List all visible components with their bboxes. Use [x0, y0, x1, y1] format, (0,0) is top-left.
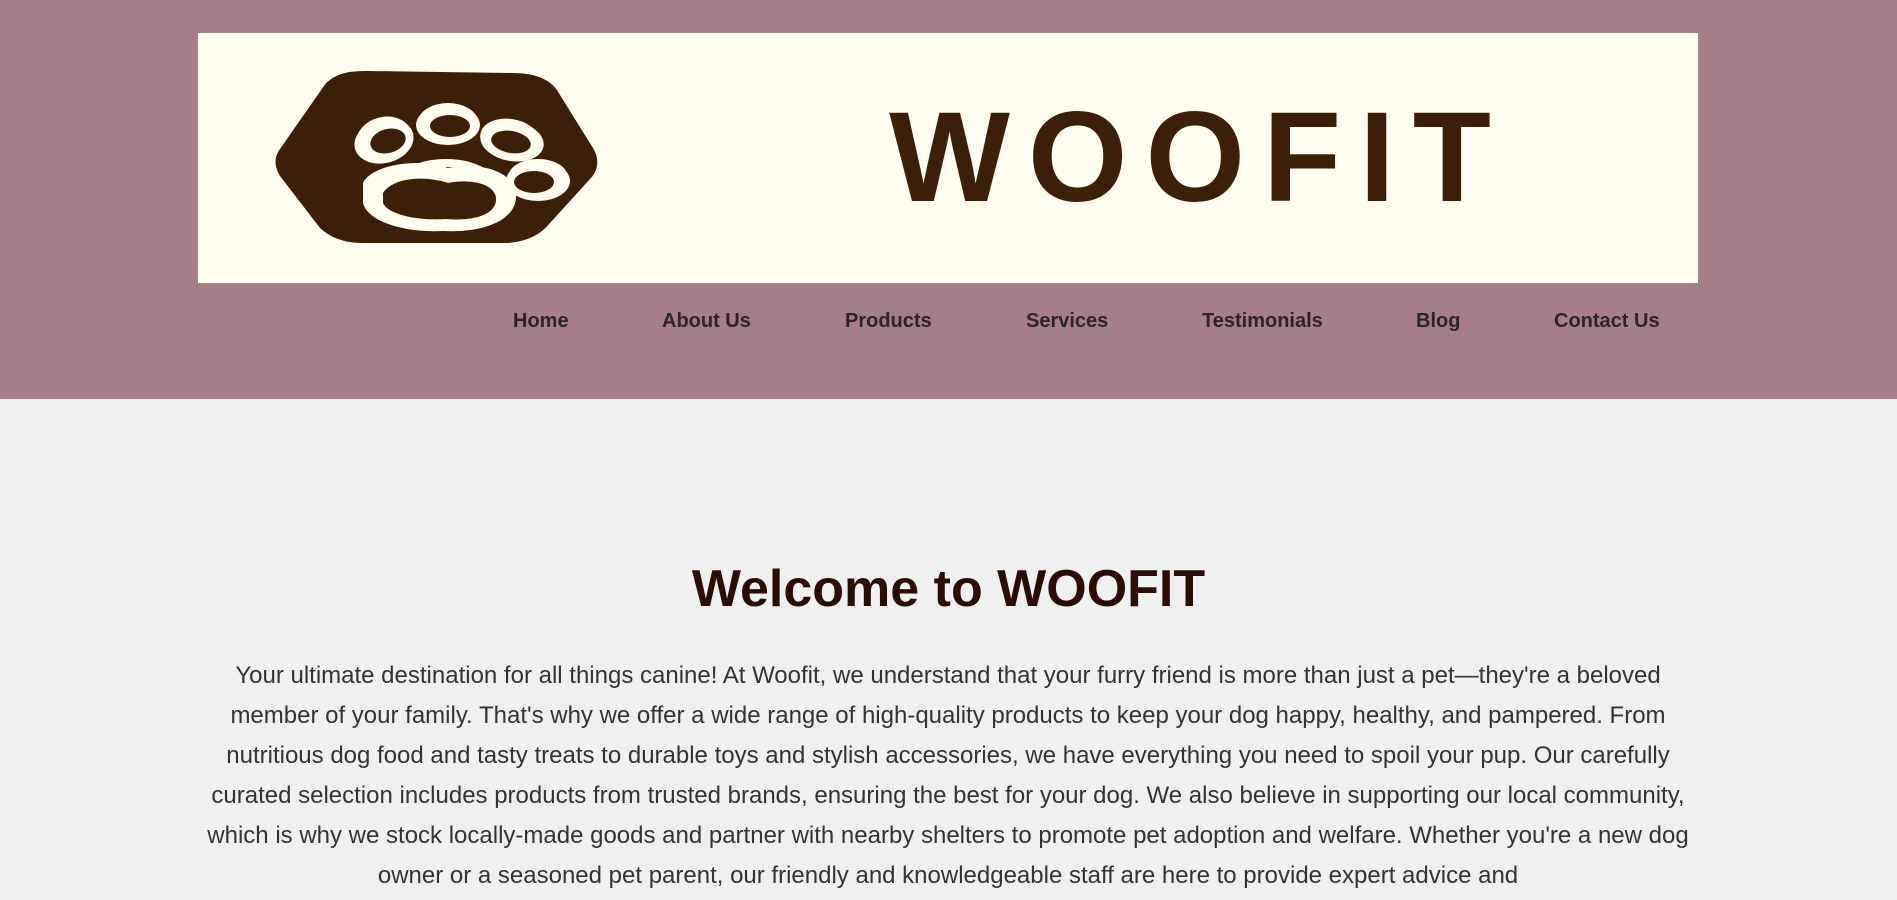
nav-contact-us[interactable]: Contact Us [1554, 310, 1660, 333]
nav-services[interactable]: Services [1026, 310, 1108, 333]
nav-about-us[interactable]: About Us [662, 310, 751, 333]
logo-wordmark: WOOFIT [889, 86, 1509, 229]
main-nav: Home About Us Products Services Testimon… [0, 310, 1897, 342]
paw-icon [275, 71, 598, 243]
intro-paragraph: Your ultimate destination for all things… [207, 662, 1689, 889]
nav-home[interactable]: Home [513, 310, 569, 333]
nav-blog[interactable]: Blog [1416, 310, 1460, 333]
nav-testimonials[interactable]: Testimonials [1202, 310, 1323, 333]
logo-banner[interactable]: WOOFIT [198, 33, 1698, 283]
nav-products[interactable]: Products [845, 310, 932, 333]
page-title: Welcome to WOOFIT [691, 560, 1206, 618]
woofit-logo: WOOFIT [275, 71, 1509, 243]
main-content: Welcome to WOOFIT Your ultimate destinat… [0, 399, 1897, 900]
site-header: WOOFIT Home About Us Products Services T… [0, 0, 1897, 399]
